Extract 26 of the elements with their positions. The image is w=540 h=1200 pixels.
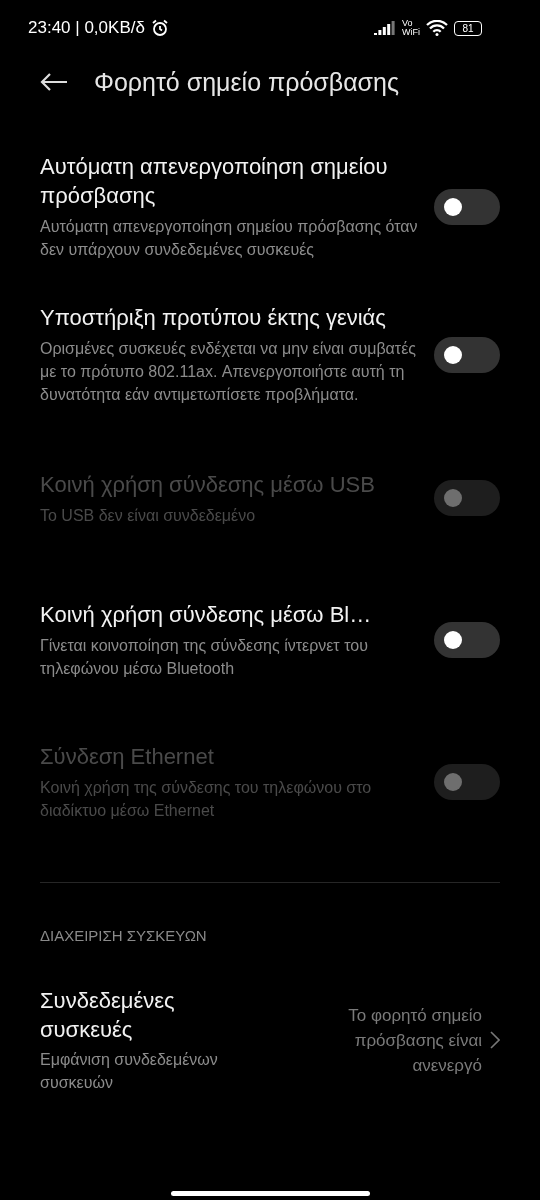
toggle-switch[interactable] [434,622,500,658]
setting-description: Το USB δεν είναι συνδεδεμένο [40,505,257,526]
setting-description: Γίνεται κοινοποίηση της σύνδεσης ίντερνετ του τηλεφώνου μέσω Bluetooth [40,636,369,679]
setting-title: Υποστήριξη προτύπου έκτης γενιάς [40,304,387,332]
alarm-icon [150,19,169,37]
wifi-icon [426,20,448,36]
item-value: Το φορητό σημείο πρόσβασης είναι ανενεργό [347,1004,482,1077]
back-arrow-icon[interactable] [40,73,68,91]
setting-description: Κοινή χρήση της σύνδεσης του τηλεφώνου στο διαδίκτυο μέσω Ethernet [40,778,373,821]
toggle-switch[interactable] [434,336,500,373]
signal-icon [374,21,396,35]
section-heading: ΔΙΑΧΕΙΡΙΣΗ ΣΥΣΚΕΥΩΝ [39,926,208,944]
setting-title: Αυτόματη απενεργοποίηση σημείου πρόσβασης [40,153,389,210]
setting-description: Αυτόματη απενεργοποίηση σημείου πρόσβασης όταν δεν υπάρχουν συνδεδεμένες συσκευές [40,217,419,260]
status-time: 23:40 | 0,0KB/δ [28,18,145,38]
vowifi-label: Vo WiFi [402,19,420,37]
page-title: Φορητό σημείο πρόσβασης [94,67,399,97]
setting-title: Κοινή χρήση σύνδεσης μέσω USB [40,470,376,499]
battery-icon: 81 [454,20,482,36]
item-title: Συνδεδεμένες συσκευές [40,987,176,1044]
item-description: Εμφάνιση συνδεδεμένων συσκευών [40,1050,219,1093]
setting-title: Σύνδεση Ethernet [40,743,215,771]
setting-description: Ορισμένες συσκευές ενδέχεται να μην είναι συμβατές με το πρότυπο 802.11ax. Απενεργοποιήστε αυτή τη δυνατότητα εάν αντιμετωπίσετε προβλήματα. [40,339,417,405]
toggle-switch[interactable] [434,188,500,225]
chevron-right-icon[interactable] [490,1031,500,1049]
setting-title: Κοινή χρήση σύνδεσης μέσω Bl… [40,601,373,629]
